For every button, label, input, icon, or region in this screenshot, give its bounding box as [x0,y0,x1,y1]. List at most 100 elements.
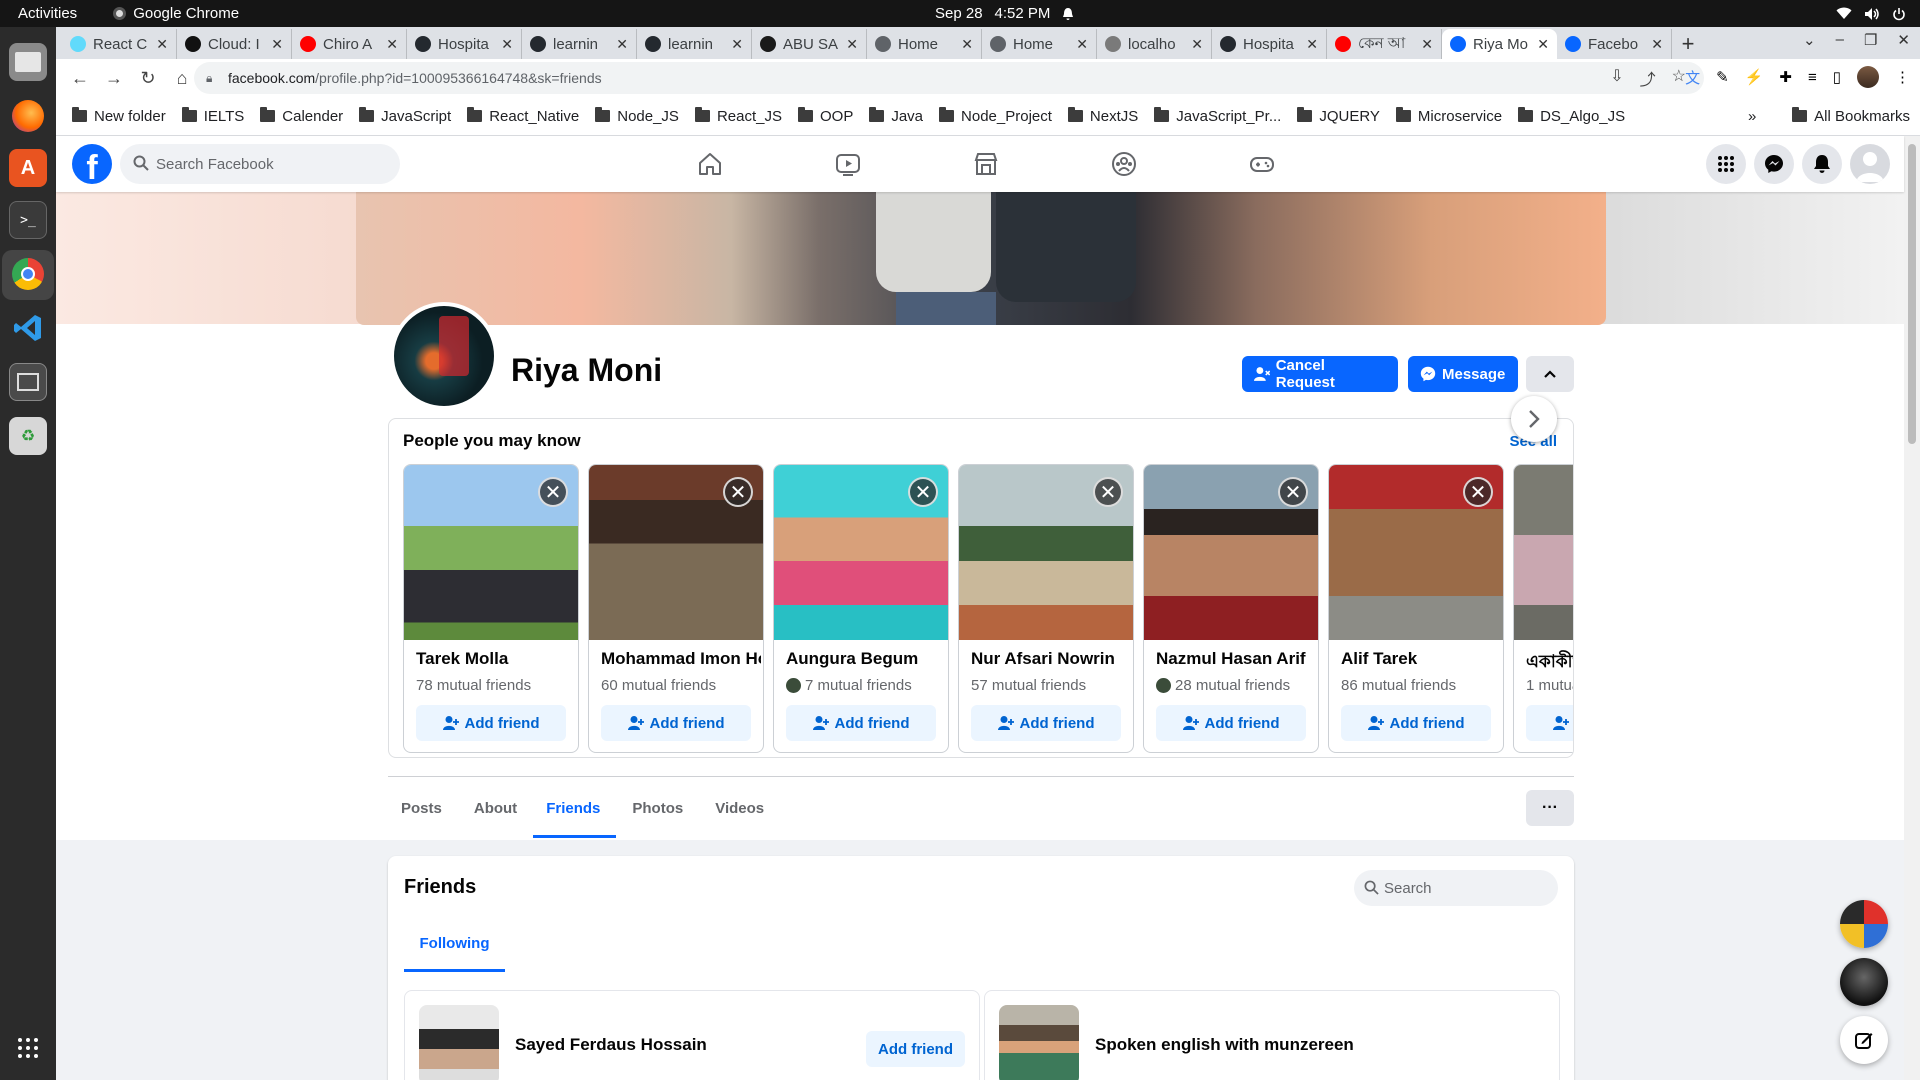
page-scrollbar[interactable] [1904,136,1920,1080]
friend-photo[interactable] [419,1005,499,1080]
tab-close-icon[interactable]: ✕ [386,36,398,53]
add-friend-button[interactable]: Add friend [601,705,751,741]
minimize-icon[interactable]: – [1836,31,1844,49]
browser-tab[interactable]: React C ✕ [62,29,177,59]
suggestion-card[interactable]: ✕ Tarek Molla 78 mutual friends Add friend [403,464,579,753]
close-window-icon[interactable]: ✕ [1897,31,1910,49]
translate-icon[interactable]: 文 [1685,67,1700,88]
notifications-icon[interactable] [1802,144,1842,184]
bookmarks-overflow[interactable]: » [1748,108,1756,125]
suggestion-name[interactable]: Nur Afsari Nowrin [971,649,1131,669]
tab-close-icon[interactable]: ✕ [731,36,743,53]
cancel-request-button[interactable]: Cancel Request [1242,356,1398,392]
nav-home-icon[interactable] [690,144,730,184]
bookmark-folder[interactable]: Java [869,107,923,125]
nav-gaming-icon[interactable] [1242,144,1282,184]
bookmark-folder[interactable]: Microservice [1395,107,1502,125]
app-menu[interactable]: Google Chrome [113,5,239,22]
suggestion-name[interactable]: Mohammad Imon Hossain [601,649,761,669]
window-manager-icon[interactable] [9,363,47,401]
chrome-menu-icon[interactable]: ⋮ [1895,68,1910,86]
side-panel-icon[interactable]: ▯ [1833,68,1841,86]
suggestion-name[interactable]: Nazmul Hasan Arif [1156,649,1316,669]
browser-tab[interactable]: Home ✕ [867,29,982,59]
dismiss-icon[interactable]: ✕ [1463,477,1493,507]
collapse-suggestions-button[interactable] [1526,356,1574,392]
new-tab-button[interactable]: + [1672,29,1704,59]
suggestion-name[interactable]: Alif Tarek [1341,649,1501,669]
suggestion-photo[interactable]: ✕ [774,465,948,640]
suggestion-card[interactable]: ✕ Mohammad Imon Hossain 60 mutual friends A… [588,464,764,753]
show-apps-icon[interactable] [9,1029,47,1067]
add-friend-button[interactable]: Add friend [786,705,936,741]
messenger-icon[interactable] [1754,144,1794,184]
dismiss-icon[interactable]: ✕ [1093,477,1123,507]
scroll-thumb[interactable] [1908,144,1916,444]
suggestion-card[interactable]: ✕ Nur Afsari Nowrin 57 mutual friends Add f… [958,464,1134,753]
browser-profile-avatar[interactable] [1857,66,1879,88]
tab-about[interactable]: About [458,778,533,838]
bookmark-folder[interactable]: Node_Project [939,107,1052,125]
nav-marketplace-icon[interactable] [966,144,1006,184]
all-bookmarks[interactable]: All Bookmarks [1792,107,1910,125]
chat-head-1[interactable] [1840,900,1888,948]
media-icon[interactable]: ≡ [1808,69,1817,86]
site-info-icon[interactable]: 🔒︎ [206,71,212,86]
suggestion-card[interactable]: ✕ Alif Tarek 86 mutual friends Add friend [1328,464,1504,753]
cover-photo[interactable] [356,192,1606,325]
add-friend-button[interactable]: Add friend [1526,705,1573,741]
add-friend-button[interactable]: Add friend [971,705,1121,741]
tab-close-icon[interactable]: ✕ [616,36,628,53]
tab-videos[interactable]: Videos [699,778,780,838]
tab-close-icon[interactable]: ✕ [846,36,858,53]
tab-close-icon[interactable]: ✕ [961,36,973,53]
browser-tab[interactable]: Hospita ✕ [407,29,522,59]
clock[interactable]: Sep 28 4:52 PM [935,5,1074,22]
bookmark-folder[interactable]: New folder [72,107,166,125]
bookmark-folder[interactable]: JQUERY [1297,107,1380,125]
files-icon[interactable] [9,43,47,81]
nav-video-icon[interactable] [828,144,868,184]
suggestion-card[interactable]: একাকীত্ব1 mutual friend Add friend [1513,464,1573,753]
system-tray[interactable] [1836,7,1906,21]
suggestion-name[interactable]: Tarek Molla [416,649,576,669]
suggestion-photo[interactable]: ✕ [1144,465,1318,640]
browser-tab[interactable]: Hospita ✕ [1212,29,1327,59]
friends-search-input[interactable]: Search [1354,870,1558,906]
tab-friends[interactable]: Friends [533,778,617,838]
bookmark-folder[interactable]: React_JS [694,107,782,125]
firefox-icon[interactable] [9,97,47,135]
browser-tab[interactable]: কেন আ ✕ [1327,29,1442,59]
suggestion-photo[interactable]: ✕ [589,465,763,640]
tab-close-icon[interactable]: ✕ [156,36,168,53]
browser-tab[interactable]: Chiro A ✕ [292,29,407,59]
browser-tab[interactable]: Home ✕ [982,29,1097,59]
dismiss-icon[interactable]: ✕ [1278,477,1308,507]
more-options-button[interactable]: ··· [1526,790,1574,826]
add-friend-button[interactable]: Add friend [1341,705,1491,741]
bookmark-folder[interactable]: IELTS [181,107,244,125]
address-bar[interactable]: 🔒︎ facebook.com/profile.php?id=100095366… [194,62,1704,94]
bookmark-folder[interactable]: React_Native [467,107,579,125]
bookmark-folder[interactable]: NextJS [1067,107,1138,125]
activities-button[interactable]: Activities [18,5,77,22]
install-icon[interactable]: ⇩ [1610,66,1623,90]
message-button[interactable]: Message [1408,356,1518,392]
add-friend-button[interactable]: Add friend [1156,705,1306,741]
tab-following[interactable]: Following [404,918,505,972]
suggestion-photo[interactable] [1514,465,1573,640]
chat-head-2[interactable] [1840,958,1888,1006]
reload-icon[interactable]: ↻ [132,62,164,94]
add-friend-button[interactable]: Add friend [416,705,566,741]
terminal-icon[interactable]: >_ [9,201,47,239]
friend-card[interactable]: Sayed Ferdaus Hossain Add friend [404,990,980,1080]
friend-name[interactable]: Sayed Ferdaus Hossain [515,1035,707,1055]
facebook-search[interactable]: Search Facebook [120,144,400,184]
suggestion-name[interactable]: Aungura Begum [786,649,946,669]
browser-tab[interactable]: Cloud: I ✕ [177,29,292,59]
browser-tab[interactable]: localho ✕ [1097,29,1212,59]
vscode-icon[interactable] [9,309,47,347]
suggestion-card[interactable]: ✕ Nazmul Hasan Arif 28 mutual friends Add f… [1143,464,1319,753]
suggestion-name[interactable]: একাকীত্ব [1526,649,1573,677]
back-icon[interactable]: ← [64,62,96,94]
